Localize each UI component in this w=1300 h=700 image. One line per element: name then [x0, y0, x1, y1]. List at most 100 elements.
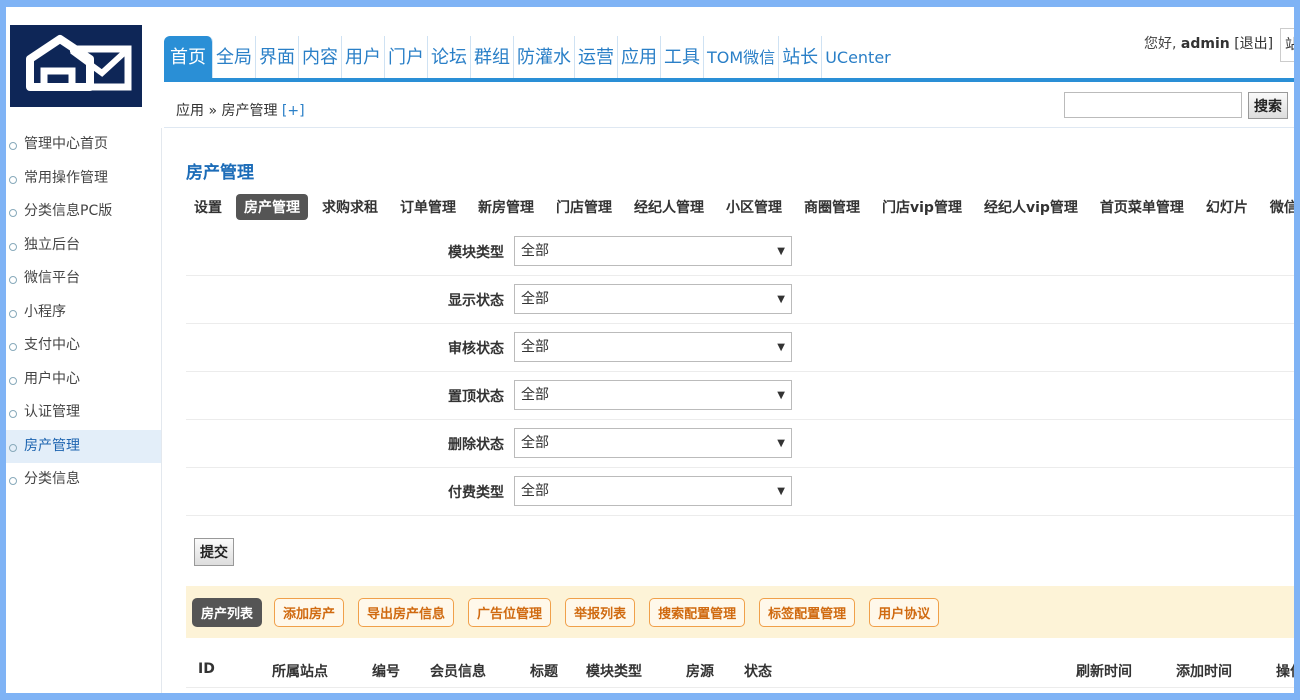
nav-tab-14[interactable]: UCenter [822, 36, 894, 78]
filter-select-value: 全部 [521, 435, 549, 451]
filter-select-value: 全部 [521, 387, 549, 403]
nav-tab-12[interactable]: TOM微信 [704, 36, 780, 78]
site-home-link[interactable]: 站 [1280, 28, 1294, 62]
tab-9[interactable]: 门店vip管理 [874, 194, 970, 220]
filter-row: 审核状态 全部 ▼ [186, 324, 1294, 372]
filter-select[interactable]: 全部 ▼ [514, 284, 792, 314]
column-header: 刷新时间 [1076, 664, 1132, 680]
search-button[interactable]: 搜索 [1248, 92, 1288, 119]
action-button-1[interactable]: 添加房产 [274, 598, 345, 627]
action-button-0[interactable]: 房产列表 [192, 598, 263, 627]
sidebar: 管理中心首页 常用操作管理 分类信息PC版 独立后台 微信平台 小程序 支付中心 用户中心 认证… [6, 128, 162, 693]
tab-6[interactable]: 经纪人管理 [626, 194, 712, 220]
filter-select[interactable]: 全部 ▼ [514, 380, 792, 410]
filter-select[interactable]: 全部 ▼ [514, 428, 792, 458]
breadcrumb-text[interactable]: 应用 » 房产管理 [176, 103, 277, 119]
add-shortcut-link[interactable]: [+] [282, 103, 305, 119]
sidebar-item-9[interactable]: 房产管理 [6, 429, 161, 463]
tab-7[interactable]: 小区管理 [718, 194, 790, 220]
filter-select[interactable]: 全部 ▼ [514, 476, 792, 506]
search-input[interactable] [1064, 92, 1242, 118]
filter-label: 置顶状态 [448, 389, 504, 405]
tab-8[interactable]: 商圈管理 [796, 194, 868, 220]
nav-tab-13[interactable]: 站长 [779, 36, 823, 78]
tab-2[interactable]: 求购求租 [314, 194, 386, 220]
filter-select[interactable]: 全部 ▼ [514, 236, 792, 266]
nav-tab-11[interactable]: 工具 [661, 36, 704, 78]
nav-tab-9[interactable]: 运营 [575, 36, 618, 78]
admin-window: 首页 全局 界面 内容 用户 门户 论坛 群组 防灌水 运营 应用 工具 TOM微信 站长 UCenter … [6, 7, 1294, 693]
column-header: 状态 [744, 664, 772, 680]
chevron-down-icon: ▼ [777, 342, 785, 353]
tab-11[interactable]: 首页菜单管理 [1092, 194, 1192, 220]
submit-button[interactable]: 提交 [194, 538, 234, 566]
action-bar: 房产列表 添加房产 导出房产信息 广告位管理 举报列表 搜索配置管理 标签配置管理 用户协议 [186, 586, 1294, 638]
column-header: 编号 [372, 664, 400, 680]
nav-tab-3[interactable]: 内容 [299, 36, 342, 78]
action-button-5[interactable]: 搜索配置管理 [649, 598, 746, 627]
sidebar-item-10[interactable]: 分类信息 [6, 463, 161, 497]
sidebar-item-5[interactable]: 小程序 [6, 296, 161, 330]
nav-tab-7[interactable]: 群组 [471, 36, 514, 78]
chevron-down-icon: ▼ [777, 438, 785, 449]
breadcrumb: 应用 » 房产管理 [+] [176, 100, 305, 120]
action-button-4[interactable]: 举报列表 [565, 598, 636, 627]
sidebar-item-2[interactable]: 分类信息PC版 [6, 195, 161, 229]
nav-tab-6[interactable]: 论坛 [428, 36, 471, 78]
nav-tab-2[interactable]: 界面 [256, 36, 299, 78]
nav-tab-8[interactable]: 防灌水 [514, 36, 575, 78]
filter-row: 付费类型 全部 ▼ [186, 468, 1294, 516]
tab-5[interactable]: 门店管理 [548, 194, 620, 220]
sidebar-item-6[interactable]: 支付中心 [6, 329, 161, 363]
filter-select-value: 全部 [521, 291, 549, 307]
filter-select[interactable]: 全部 ▼ [514, 332, 792, 362]
chevron-down-icon: ▼ [777, 246, 785, 257]
nav-tab-10[interactable]: 应用 [618, 36, 661, 78]
nav-tab-5[interactable]: 门户 [385, 36, 428, 78]
page-title: 房产管理 [186, 163, 254, 183]
nav-tab-0[interactable]: 首页 [164, 36, 213, 78]
column-header: 标题 [530, 664, 558, 680]
tab-10[interactable]: 经纪人vip管理 [976, 194, 1086, 220]
filter-select-value: 全部 [521, 483, 549, 499]
tab-0[interactable]: 设置 [186, 194, 230, 220]
nav-tab-1[interactable]: 全局 [213, 36, 256, 78]
tab-3[interactable]: 订单管理 [392, 194, 464, 220]
sidebar-item-3[interactable]: 独立后台 [6, 229, 161, 263]
chevron-down-icon: ▼ [777, 486, 785, 497]
filter-row: 显示状态 全部 ▼ [186, 276, 1294, 324]
sidebar-item-7[interactable]: 用户中心 [6, 363, 161, 397]
table-header: ID 所属站点 编号 会员信息 标题 模块类型 房源 状态 刷新时间 添加时间 操作 [186, 648, 1294, 688]
user-greeting: 您好, admin [退出] [1144, 33, 1273, 53]
site-logo[interactable] [10, 25, 142, 107]
sidebar-item-0[interactable]: 管理中心首页 [6, 128, 161, 162]
action-button-2[interactable]: 导出房产信息 [358, 598, 455, 627]
column-header: 房源 [686, 664, 714, 680]
column-header: 模块类型 [586, 664, 642, 680]
tab-13[interactable]: 微信营销专区 [1262, 194, 1294, 220]
nav-tab-4[interactable]: 用户 [342, 36, 385, 78]
filter-label: 付费类型 [448, 485, 504, 501]
sidebar-item-8[interactable]: 认证管理 [6, 396, 161, 430]
filter-label: 删除状态 [448, 437, 504, 453]
action-button-6[interactable]: 标签配置管理 [759, 598, 856, 627]
tab-4[interactable]: 新房管理 [470, 194, 542, 220]
tab-1[interactable]: 房产管理 [236, 194, 308, 220]
action-buttons: 房产列表 添加房产 导出房产信息 广告位管理 举报列表 搜索配置管理 标签配置管理 用户协议 [192, 598, 953, 627]
filter-select-value: 全部 [521, 243, 549, 259]
tab-12[interactable]: 幻灯片 [1198, 194, 1256, 220]
sidebar-item-1[interactable]: 常用操作管理 [6, 162, 161, 196]
filter-row: 模块类型 全部 ▼ [186, 228, 1294, 276]
house-envelope-icon [10, 25, 142, 107]
logo-area [6, 7, 164, 127]
action-button-7[interactable]: 用户协议 [869, 598, 940, 627]
sidebar-item-4[interactable]: 微信平台 [6, 262, 161, 296]
column-header: ID [198, 661, 215, 677]
filter-row: 删除状态 全部 ▼ [186, 420, 1294, 468]
filter-label: 审核状态 [448, 341, 504, 357]
filter-label: 显示状态 [448, 293, 504, 309]
logout-link[interactable]: [退出] [1234, 36, 1273, 52]
top-nav: 首页 全局 界面 内容 用户 门户 论坛 群组 防灌水 运营 应用 工具 TOM微信 站长 UCenter [164, 27, 894, 78]
action-button-3[interactable]: 广告位管理 [468, 598, 552, 627]
chevron-down-icon: ▼ [777, 390, 785, 401]
